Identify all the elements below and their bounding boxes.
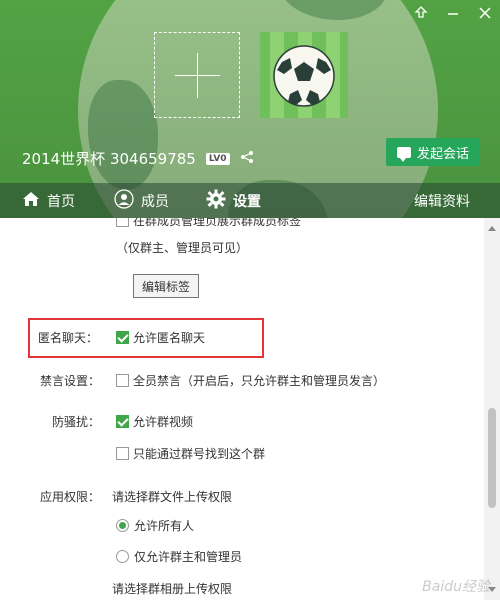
start-chat-label: 发起会话 <box>416 146 469 162</box>
allow-group-video-text: 允许群视频 <box>133 415 194 429</box>
close-icon[interactable] <box>476 6 494 24</box>
mute-all-option[interactable]: 全员禁言（开启后，只允许群主和管理员发言） <box>116 372 385 389</box>
member-tag-option[interactable]: 在群成员管理页展示群成员标签 <box>116 218 301 229</box>
file-upload-prompt: 请选择群文件上传权限 <box>112 490 233 504</box>
mute-all-checkbox[interactable] <box>116 374 129 387</box>
tab-members[interactable]: 成员 <box>114 183 169 218</box>
file-upload-all-option[interactable]: 允许所有人 <box>116 517 194 534</box>
member-tag-text: 在群成员管理页展示群成员标签 <box>133 218 302 228</box>
anonymous-chat-option[interactable]: 允许匿名聊天 <box>116 329 205 346</box>
anonymous-chat-label: 匿名聊天： <box>38 331 99 345</box>
tab-home-label: 首页 <box>47 193 75 210</box>
share-icon[interactable] <box>240 150 254 168</box>
member-tag-checkbox[interactable] <box>116 218 129 227</box>
anonymous-chat-checkbox[interactable] <box>116 331 129 344</box>
anonymous-chat-text: 允许匿名聊天 <box>133 331 206 345</box>
tab-settings-label: 设置 <box>233 193 261 210</box>
scroll-thumb[interactable] <box>488 408 496 508</box>
tab-settings[interactable]: 设置 <box>206 183 261 218</box>
edit-profile-label: 编辑资料 <box>414 193 470 210</box>
group-name-line: 2014世界杯 304659785 LV0 <box>22 148 254 169</box>
file-upload-admin-radio[interactable] <box>116 550 129 563</box>
start-chat-button[interactable]: 发起会话 <box>386 138 480 166</box>
vertical-scrollbar[interactable] <box>484 218 500 600</box>
edit-tag-button[interactable]: 编辑标签 <box>133 274 199 298</box>
find-by-number-text: 只能通过群号找到这个群 <box>133 447 266 461</box>
mute-all-text: 全员禁言（开启后，只允许群主和管理员发言） <box>133 374 386 388</box>
find-by-number-checkbox[interactable] <box>116 447 129 460</box>
app-permissions-label: 应用权限： <box>40 490 101 504</box>
allow-group-video-checkbox[interactable] <box>116 415 129 428</box>
tag-visibility-note: （仅群主、管理员可见） <box>116 241 249 255</box>
allow-group-video-option[interactable]: 允许群视频 <box>116 413 193 430</box>
watermark: Baidu经验 <box>422 579 490 595</box>
find-by-number-option[interactable]: 只能通过群号找到这个群 <box>116 445 265 462</box>
pin-icon[interactable] <box>412 6 430 24</box>
mute-settings-label: 禁言设置： <box>40 374 101 388</box>
album-upload-prompt: 请选择群相册上传权限 <box>112 582 233 596</box>
tab-home[interactable]: 首页 <box>22 183 75 218</box>
user-icon <box>114 188 134 213</box>
gear-icon <box>206 189 226 213</box>
scroll-up-arrow-icon[interactable] <box>488 226 496 231</box>
group-avatar[interactable] <box>260 32 348 118</box>
file-upload-all-radio[interactable] <box>116 519 129 532</box>
edit-profile-link[interactable]: 编辑资料 <box>414 183 470 218</box>
group-settings-window: 2014世界杯 304659785 LV0 发起会话 首页 成员 设置 编辑资料… <box>0 0 500 600</box>
anti-harass-label: 防骚扰： <box>52 415 101 429</box>
settings-panel: 在群成员管理页展示群成员标签 （仅群主、管理员可见） 编辑标签 匿名聊天： 允许… <box>0 218 484 600</box>
group-name: 2014世界杯 304659785 <box>22 150 196 168</box>
chat-bubble-icon <box>396 146 411 162</box>
level-badge: LV0 <box>205 152 230 165</box>
file-upload-admin-option[interactable]: 仅允许群主和管理员 <box>116 548 242 565</box>
tab-members-label: 成员 <box>141 193 169 210</box>
file-upload-admin-text: 仅允许群主和管理员 <box>134 550 243 564</box>
minimize-icon[interactable] <box>444 6 462 24</box>
football-icon <box>273 45 335 107</box>
file-upload-all-text: 允许所有人 <box>134 519 195 533</box>
tab-bar: 首页 成员 设置 编辑资料 <box>0 183 500 218</box>
window-controls <box>412 6 494 24</box>
add-avatar-button[interactable] <box>154 32 240 118</box>
home-icon <box>22 191 40 211</box>
group-header: 2014世界杯 304659785 LV0 发起会话 首页 成员 设置 编辑资料 <box>0 0 500 218</box>
